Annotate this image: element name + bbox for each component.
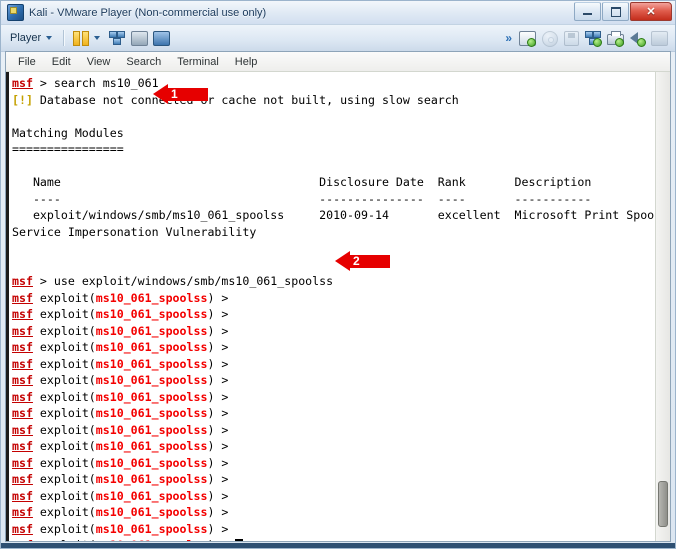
title-bar: Kali - VMware Player (Non-commercial use…: [1, 1, 675, 25]
sound-card-status-icon[interactable]: [628, 29, 646, 47]
player-menu-label: Player: [10, 32, 42, 44]
player-menu-button[interactable]: Player: [5, 30, 57, 46]
hard-disk-status-icon[interactable]: [518, 29, 536, 47]
window-controls: ✕: [573, 2, 672, 21]
terminal-output-area[interactable]: msf > search ms10_061 [!] Database not co…: [6, 72, 670, 541]
arrow-head-icon: [335, 251, 350, 271]
enter-fullscreen-icon[interactable]: [130, 29, 149, 47]
bottom-status-strip: [1, 543, 675, 548]
terminal-scrollbar[interactable]: [655, 72, 670, 541]
gnome-terminal-window: File Edit View Search Terminal Help msf …: [5, 51, 671, 542]
terminal-prompt-line: msf exploit(ms10_061_spoolss) >: [12, 356, 229, 371]
vmware-player-window: Kali - VMware Player (Non-commercial use…: [0, 0, 676, 549]
network-adapter-status-icon[interactable]: [584, 29, 602, 47]
terminal-scrollbar-thumb[interactable]: [658, 481, 668, 527]
pause-dropdown-caret-icon[interactable]: [94, 36, 101, 40]
menu-terminal[interactable]: Terminal: [169, 54, 227, 70]
cd-dvd-status-icon[interactable]: [540, 29, 558, 47]
terminal-command-line: msf > search ms10_061: [12, 76, 159, 90]
arrow-tail: 2: [350, 253, 390, 268]
terminal-prompt-line: msf exploit(ms10_061_spoolss) >: [12, 505, 229, 519]
terminal-prompt-line: msf exploit(ms10_061_spoolss) >: [12, 307, 229, 321]
vmware-kali-icon: [7, 4, 24, 21]
terminal-prompt-line: msf exploit(ms10_061_spoolss) >: [12, 373, 229, 387]
menu-view[interactable]: View: [79, 54, 119, 70]
usb-status-icon[interactable]: [650, 29, 668, 47]
callout-number-2: 2: [353, 253, 360, 268]
unity-mode-icon[interactable]: [152, 29, 171, 47]
toolbar-separator: [63, 30, 65, 46]
terminal-prompt-line: msf exploit(ms10_061_spoolss) >: [12, 340, 229, 354]
floppy-status-icon[interactable]: [562, 29, 580, 47]
maximize-button[interactable]: [602, 2, 629, 21]
close-button[interactable]: ✕: [630, 2, 672, 21]
terminal-output-line: Service Impersonation Vulnerability: [12, 224, 257, 239]
menu-help[interactable]: Help: [227, 54, 266, 70]
terminal-output-line: Name Disclosure Date Rank Description: [12, 175, 592, 189]
block-cursor: [235, 539, 244, 541]
arrow-tail: 1: [168, 86, 208, 101]
window-title: Kali - VMware Player (Non-commercial use…: [29, 6, 267, 19]
terminal-prompt-line: msf exploit(ms10_061_spoolss) >: [12, 290, 229, 305]
callout-number-1: 1: [171, 86, 178, 101]
menu-search[interactable]: Search: [118, 54, 169, 70]
terminal-output-line: ---- --------------- ---- -----------: [12, 191, 592, 206]
terminal-prompt-line: msf exploit(ms10_061_spoolss) >: [12, 406, 229, 420]
callout-arrow-2: 2: [335, 251, 390, 271]
terminal-output-line: Matching Modules: [12, 125, 124, 140]
callout-arrow-1: 1: [153, 84, 208, 104]
terminal-prompt-line: msf exploit(ms10_061_spoolss) >: [12, 488, 229, 503]
arrow-head-icon: [153, 84, 168, 104]
terminal-prompt-line: msf exploit(ms10_061_spoolss) >: [12, 521, 229, 536]
expand-status-chevron-icon[interactable]: »: [505, 31, 512, 45]
terminal-output-line: ================: [12, 142, 124, 156]
terminal-active-prompt-line: msf exploit(ms10_061_spoolss) >: [12, 537, 655, 541]
terminal-output-line: exploit/windows/smb/ms10_061_spoolss 201…: [12, 208, 670, 222]
maximize-icon: [603, 3, 628, 20]
terminal-prompt-line: msf exploit(ms10_061_spoolss) >: [12, 323, 229, 338]
menu-edit[interactable]: Edit: [44, 54, 79, 70]
printer-status-icon[interactable]: [606, 29, 624, 47]
menu-file[interactable]: File: [10, 54, 44, 70]
vmware-toolbar: Player »: [1, 25, 675, 52]
device-status-icons: »: [505, 25, 670, 51]
terminal-prompt-line: msf exploit(ms10_061_spoolss) >: [12, 439, 229, 453]
terminal-prompt-line: msf exploit(ms10_061_spoolss) >: [12, 472, 229, 486]
terminal-menu-bar: File Edit View Search Terminal Help: [6, 52, 670, 72]
close-icon: ✕: [646, 6, 656, 18]
terminal-command-line: msf > use exploit/windows/smb/ms10_061_s…: [12, 274, 334, 288]
terminal-warning-line: [!] Database not connected or cache not …: [12, 92, 459, 107]
terminal-prompt-line: msf exploit(ms10_061_spoolss) >: [12, 455, 229, 470]
terminal-prompt-line: msf exploit(ms10_061_spoolss) >: [12, 422, 229, 437]
chevron-down-icon: [46, 36, 53, 40]
terminal-text: msf > search ms10_061 [!] Database not co…: [9, 75, 670, 541]
pause-vm-icon[interactable]: [72, 29, 90, 47]
terminal-prompt-line: msf exploit(ms10_061_spoolss) >: [12, 389, 229, 404]
send-ctrl-alt-del-icon[interactable]: [108, 29, 126, 47]
minimize-button[interactable]: [574, 2, 601, 21]
minimize-icon: [575, 3, 600, 20]
